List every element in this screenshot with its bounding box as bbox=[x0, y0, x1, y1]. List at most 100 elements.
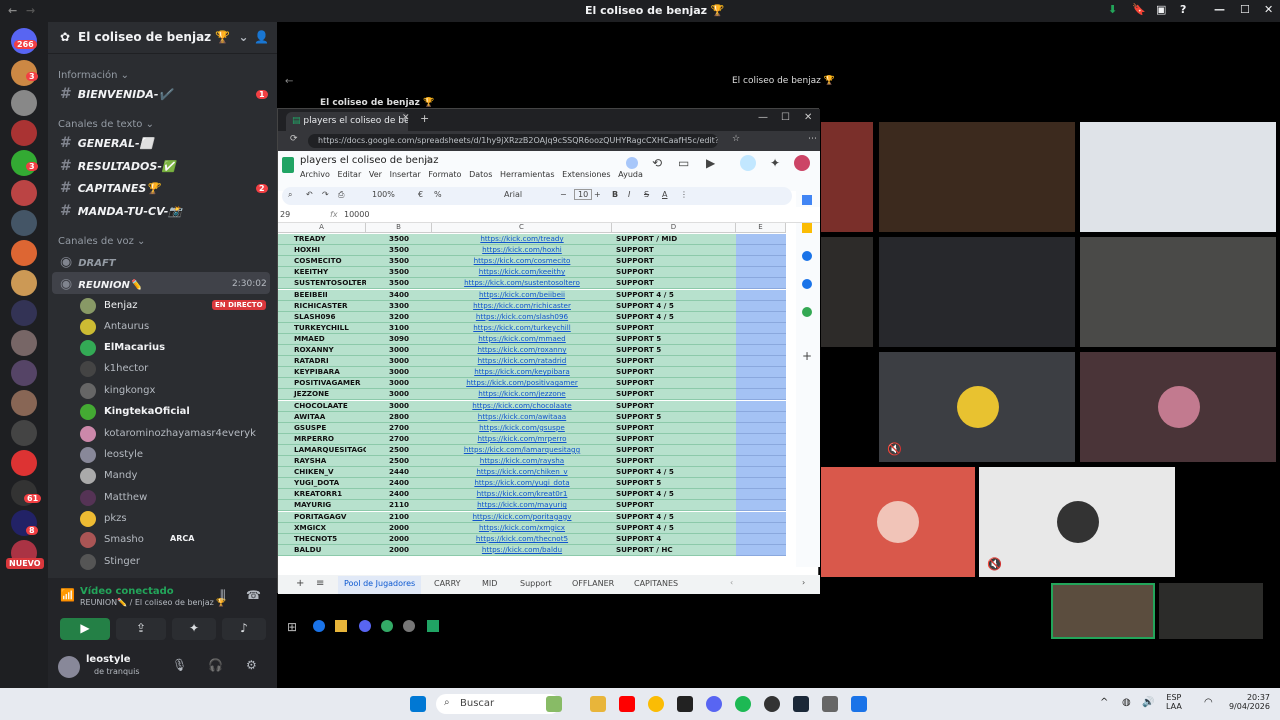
headphones-icon[interactable]: 🎧 bbox=[208, 658, 223, 672]
table-row[interactable]: XMGICX 2000 https://kick.com/xmgicx SUPPORT… bbox=[278, 522, 786, 534]
formula-input[interactable]: 10000 bbox=[344, 210, 369, 219]
tasks-icon[interactable] bbox=[802, 251, 812, 261]
close-icon[interactable]: ✕ bbox=[1264, 3, 1273, 16]
redo-icon[interactable]: ↷ bbox=[322, 190, 329, 199]
app-icon[interactable] bbox=[381, 620, 393, 632]
table-row[interactable]: KEEITHY 3500 https://kick.com/keeithy SUPPO… bbox=[278, 266, 786, 279]
server-icon[interactable] bbox=[11, 270, 37, 296]
sheet-tab-capitanes[interactable]: CAPITANES bbox=[634, 579, 678, 588]
obs-icon[interactable] bbox=[764, 696, 780, 712]
increase-font-icon[interactable]: + bbox=[594, 190, 601, 199]
menu-item-insertar[interactable]: Insertar bbox=[390, 170, 421, 179]
server-icon[interactable] bbox=[11, 420, 37, 446]
table-row[interactable]: PORITAGAGV 2100 https://kick.com/poritagag… bbox=[278, 511, 786, 523]
server-icon[interactable] bbox=[11, 390, 37, 416]
video-call-icon[interactable]: ▶ bbox=[706, 156, 715, 170]
maximize-icon[interactable]: ☐ bbox=[1240, 3, 1250, 16]
camera-button[interactable]: ▶ bbox=[60, 618, 110, 640]
table-row[interactable]: GSUSPE 2700 https://kick.com/gsuspe SUPPORT bbox=[278, 422, 786, 434]
doc-title[interactable]: players el coliseo de benjaz bbox=[300, 155, 438, 166]
table-cell[interactable] bbox=[736, 544, 786, 556]
server-icon[interactable] bbox=[11, 300, 37, 326]
table-cell[interactable]: BALDU bbox=[278, 544, 366, 556]
table-row[interactable]: TREADY 3500 https://kick.com/tready SUPPORT… bbox=[278, 233, 786, 246]
avatar[interactable] bbox=[58, 656, 80, 678]
column-header[interactable]: D bbox=[612, 223, 736, 233]
table-row[interactable]: KREATORR1 2400 https://kick.com/kreat0r1 SU… bbox=[278, 488, 786, 501]
disconnect-icon[interactable]: ☎ bbox=[246, 588, 261, 602]
video-tile[interactable] bbox=[821, 237, 873, 347]
sheet-tab-mid[interactable]: MID bbox=[482, 579, 497, 588]
clock[interactable]: 20:37 9/04/2026 bbox=[1224, 693, 1270, 711]
reload-icon[interactable]: ⟳ bbox=[290, 134, 298, 144]
help-icon[interactable]: ? bbox=[1180, 3, 1186, 16]
volume-icon[interactable]: 🔊 bbox=[1142, 697, 1154, 708]
table-row[interactable]: KEYPIBARA 3000 https://kick.com/keypibara S… bbox=[278, 366, 786, 379]
server-header[interactable]: ✿ El coliseo de benjaz 🏆 ⌄ 👤 bbox=[48, 22, 277, 54]
table-row[interactable]: JEZZONE 3000 https://kick.com/jezzone SUPPO… bbox=[278, 388, 786, 401]
star-icon[interactable]: ☆ bbox=[732, 134, 740, 144]
video-tile[interactable]: 🔇 bbox=[979, 467, 1175, 577]
video-tile[interactable] bbox=[1080, 122, 1276, 232]
table-row[interactable]: RICHICASTER 3300 https://kick.com/richicas… bbox=[278, 300, 786, 312]
voice-channel-draft[interactable]: ◉ DRAFT bbox=[60, 254, 116, 270]
table-row[interactable]: TURKEYCHILL 3100 https://kick.com/turkeych… bbox=[278, 322, 786, 334]
zoom-select[interactable]: 100% bbox=[372, 190, 395, 199]
bold-icon[interactable]: B bbox=[612, 190, 618, 199]
start-icon[interactable] bbox=[410, 696, 426, 712]
minimize-icon[interactable]: — bbox=[758, 112, 768, 123]
comment-icon[interactable]: ▭ bbox=[678, 156, 689, 170]
search-box[interactable]: ⌕ Buscar bbox=[436, 694, 560, 714]
table-row[interactable]: HOXHI 3500 https://kick.com/hoxhi SUPPORT bbox=[278, 244, 786, 257]
server-icon[interactable] bbox=[11, 330, 37, 356]
table-cell[interactable]: 2000 bbox=[366, 544, 432, 556]
calculator-icon[interactable] bbox=[822, 696, 838, 712]
add-sheet-icon[interactable]: + bbox=[296, 578, 304, 589]
maximize-icon[interactable]: ☐ bbox=[781, 112, 790, 123]
sheet-tab-support[interactable]: Support bbox=[520, 579, 552, 588]
menu-icon[interactable]: ⋯ bbox=[808, 134, 817, 144]
menu-item-ver[interactable]: Ver bbox=[369, 170, 382, 179]
inbox-icon[interactable]: ▣ bbox=[1156, 3, 1166, 16]
youtube-icon[interactable] bbox=[619, 696, 635, 712]
table-cell-link[interactable]: https://kick.com/baldu bbox=[432, 544, 612, 556]
add-member-icon[interactable]: 👤 bbox=[254, 30, 269, 44]
back-icon[interactable]: ← bbox=[285, 76, 293, 87]
menu-item-extensiones[interactable]: Extensiones bbox=[562, 170, 610, 179]
print-icon[interactable]: ⎙ bbox=[338, 190, 344, 200]
chrome-icon[interactable] bbox=[648, 696, 664, 712]
channel-general[interactable]: # GENERAL-⬜ bbox=[60, 135, 153, 151]
menu-item-datos[interactable]: Datos bbox=[469, 170, 492, 179]
voice-status-channel[interactable]: REUNION✏️ / El coliseo de benjaz 🏆 bbox=[80, 598, 226, 607]
widget-icon[interactable] bbox=[546, 696, 562, 712]
app-icon[interactable] bbox=[403, 620, 415, 632]
percent-icon[interactable]: % bbox=[434, 190, 442, 199]
star-icon[interactable]: ☆ bbox=[424, 155, 433, 166]
video-tile[interactable] bbox=[821, 122, 873, 232]
column-header[interactable]: C bbox=[432, 223, 612, 233]
table-row[interactable]: CHIKEN_V 2440 https://kick.com/chiken_v SUP… bbox=[278, 466, 786, 479]
folder-icon[interactable] bbox=[335, 620, 347, 632]
table-row[interactable]: MMAED 3090 https://kick.com/mmaed SUPPORT 5 bbox=[278, 333, 786, 345]
menu-item-editar[interactable]: Editar bbox=[338, 170, 362, 179]
server-icon[interactable] bbox=[11, 360, 37, 386]
file-explorer-icon[interactable] bbox=[590, 696, 606, 712]
table-row[interactable]: RATADRI 3000 https://kick.com/ratadrid SUPP… bbox=[278, 355, 786, 368]
table-row[interactable]: MRPERRO 2700 https://kick.com/mrperro SUPPO… bbox=[278, 433, 786, 445]
browser-tab[interactable]: ▤ players el coliseo de benjaz - Hoja bbox=[286, 112, 408, 131]
channel-bienvenida[interactable]: # BIENVENIDA-✔️ bbox=[60, 86, 172, 102]
video-tile[interactable]: 🔇 bbox=[879, 352, 1075, 462]
avatar[interactable] bbox=[794, 155, 810, 171]
pin-icon[interactable]: 🔖 bbox=[1132, 3, 1146, 16]
discord-icon[interactable] bbox=[706, 696, 722, 712]
close-tab-icon[interactable]: ✕ bbox=[402, 113, 410, 123]
forward-icon[interactable]: → bbox=[26, 4, 35, 17]
column-header[interactable]: A bbox=[278, 223, 366, 233]
table-row[interactable]: YUGI_DOTA 2400 https://kick.com/yugi_dota S… bbox=[278, 477, 786, 490]
discord-icon[interactable] bbox=[359, 620, 371, 632]
video-tile[interactable] bbox=[1080, 352, 1276, 462]
keep-icon[interactable] bbox=[802, 223, 812, 233]
font-select[interactable]: Arial bbox=[504, 190, 522, 199]
screen-share-button[interactable]: ⇪ bbox=[116, 618, 166, 640]
category-info[interactable]: Información ⌄ bbox=[58, 70, 129, 81]
